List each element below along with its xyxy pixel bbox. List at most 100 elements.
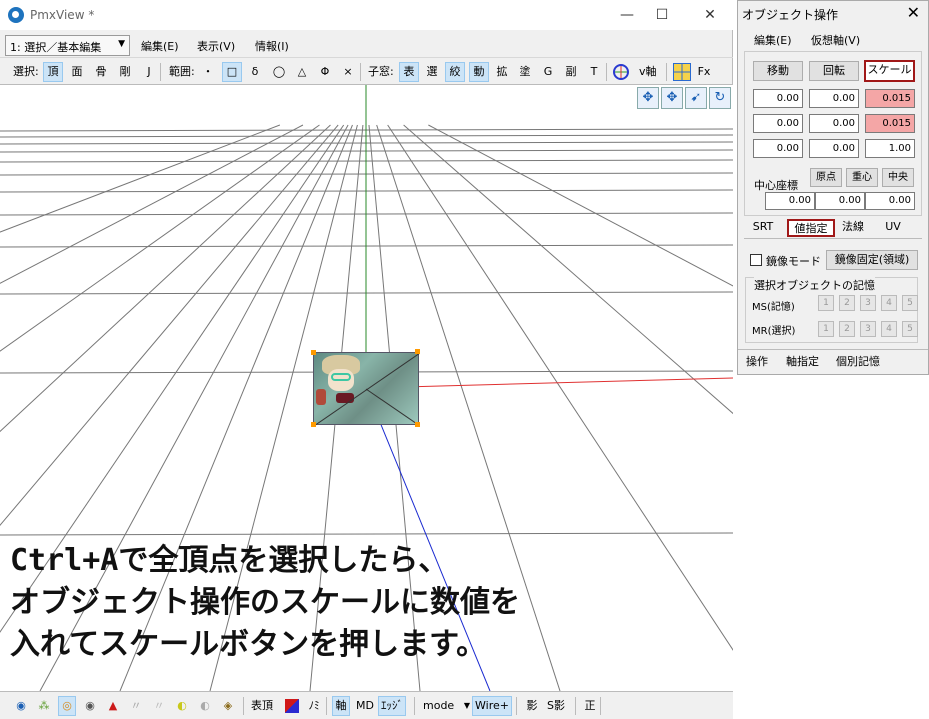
axis-toggle[interactable]: 軸 [332,696,350,716]
vertex-handle[interactable] [311,422,316,427]
scale-y-field[interactable]: 0.015 [865,114,915,133]
range-4-toggle[interactable]: ◯ [269,62,289,82]
sparkle-icon[interactable]: ⁂ [35,696,53,716]
model-image-plane[interactable] [313,352,420,426]
center-of-mass-button[interactable]: 重心 [846,168,878,187]
value-field[interactable]: 0.00 [809,114,859,133]
vertex-handle[interactable] [415,349,420,354]
panel-close-button[interactable]: ✕ [907,3,920,22]
fx-label[interactable]: Fx [694,62,714,82]
select-3-toggle[interactable]: 骨 [91,62,111,82]
mode-dropdown[interactable]: mode [421,696,456,716]
range-6-toggle[interactable]: Φ [315,62,335,82]
mr-slot-button[interactable]: 5 [902,321,918,337]
minimize-button[interactable]: — [612,4,642,26]
mr-slot-button[interactable]: 2 [839,321,855,337]
ms-slot-button[interactable]: 1 [818,295,834,311]
range-2-toggle[interactable]: □ [222,62,242,82]
tab-normal[interactable]: 法線 [838,219,868,237]
mr-slot-button[interactable]: 1 [818,321,834,337]
color-icon[interactable] [285,699,299,713]
tab-uv[interactable]: UV [880,219,906,237]
view-rotate-icon[interactable]: ↻ [709,87,731,109]
wire-toggle[interactable]: Wire+ [472,696,512,716]
select-5-toggle[interactable]: J [139,62,159,82]
virtual-axis-globe-icon[interactable] [613,64,629,80]
child-3-toggle[interactable]: 絞 [445,62,465,82]
view-move-icon[interactable]: ✥ [637,87,659,109]
center-button[interactable]: 中央 [882,168,914,187]
half-circle-icon[interactable]: ◐ [173,696,191,716]
value-field[interactable]: 0.00 [809,89,859,108]
show-vertex-toggle[interactable]: 表頂 [249,696,275,716]
fx-grid-icon[interactable] [673,63,691,81]
no-toggle[interactable]: ﾉﾐ [305,696,323,716]
edge-toggle[interactable]: ｴｯｼﾞ [378,696,406,716]
center-x-field[interactable]: 0.00 [765,192,815,210]
ring-icon[interactable]: ◎ [58,696,76,716]
ms-slot-button[interactable]: 5 [902,295,918,311]
value-field[interactable]: 0.00 [753,89,803,108]
half-circle-icon[interactable]: ◐ [196,696,214,716]
child-4-toggle[interactable]: 動 [469,62,489,82]
mirror-mode-checkbox[interactable] [750,254,762,266]
range-3-toggle[interactable]: δ [245,62,265,82]
target-icon[interactable]: ◉ [12,696,30,716]
child-7-toggle[interactable]: G [538,62,558,82]
range-5-toggle[interactable]: △ [292,62,312,82]
vertex-handle[interactable] [415,422,420,427]
view-pan-icon[interactable]: ✥ [661,87,683,109]
scale-button[interactable]: スケール [864,60,915,82]
ms-slot-button[interactable]: 2 [839,295,855,311]
tab-axis-spec[interactable]: 軸指定 [786,353,819,369]
diamond-icon[interactable]: ◈ [219,696,237,716]
range-7-toggle[interactable]: × [338,62,358,82]
value-field[interactable]: 0.00 [753,139,803,158]
tab-operation[interactable]: 操作 [746,353,768,369]
select-4-toggle[interactable]: 剛 [115,62,135,82]
view-zoom-icon[interactable]: ➹ [685,87,707,109]
value-field[interactable]: 0.00 [753,114,803,133]
ms-slot-button[interactable]: 3 [860,295,876,311]
child-8-toggle[interactable]: 副 [561,62,581,82]
center-y-field[interactable]: 0.00 [815,192,865,210]
rotate-button[interactable]: 回転 [809,61,859,81]
mode-dropdown[interactable]: 1: 選択／基本編集 ▼ [5,35,130,56]
shadow-toggle[interactable]: 影 [523,696,541,716]
child-1-toggle[interactable]: 表 [399,62,419,82]
panel-menu-edit[interactable]: 編集(E) [754,32,792,48]
md-toggle[interactable]: MD [354,696,376,716]
select-1-toggle[interactable]: 頂 [43,62,63,82]
range-1-toggle[interactable]: ・ [198,62,218,82]
menu-info[interactable]: 情報(I) [255,38,289,54]
hair-icon[interactable]: 〃 [127,696,145,716]
3d-viewport[interactable]: ✥ ✥ ➹ ↻ Ctrl+Aで全頂点を選択したら、 オブジェクト操作のスケールに… [0,85,733,691]
mr-slot-button[interactable]: 4 [881,321,897,337]
correct-toggle[interactable]: 正 [581,696,599,716]
self-shadow-toggle[interactable]: S影 [545,696,567,716]
value-field[interactable]: 0.00 [809,139,859,158]
origin-button[interactable]: 原点 [810,168,842,187]
vertex-handle[interactable] [311,350,316,355]
child-9-toggle[interactable]: T [584,62,604,82]
tab-individual-memory[interactable]: 個別記憶 [836,353,880,369]
dot-icon[interactable]: ◉ [81,696,99,716]
virtual-axis-label[interactable]: v軸 [636,62,660,82]
child-2-toggle[interactable]: 選 [422,62,442,82]
tab-value-input[interactable]: 値指定 [787,219,835,237]
ms-slot-button[interactable]: 4 [881,295,897,311]
menu-edit[interactable]: 編集(E) [141,38,179,54]
triangle-icon[interactable]: ▲ [104,696,122,716]
maximize-button[interactable]: ☐ [647,4,677,26]
scale-z-field[interactable]: 1.00 [865,139,915,158]
close-button[interactable]: ✕ [695,4,725,26]
panel-menu-virtual-axis[interactable]: 仮想軸(V) [811,32,860,48]
mr-slot-button[interactable]: 3 [860,321,876,337]
child-6-toggle[interactable]: 塗 [515,62,535,82]
select-2-toggle[interactable]: 面 [67,62,87,82]
mirror-fixed-button[interactable]: 鏡像固定(領域) [826,250,918,270]
menu-view[interactable]: 表示(V) [197,38,235,54]
child-5-toggle[interactable]: 拡 [492,62,512,82]
scale-x-field[interactable]: 0.015 [865,89,915,108]
hair-icon[interactable]: 〃 [150,696,168,716]
